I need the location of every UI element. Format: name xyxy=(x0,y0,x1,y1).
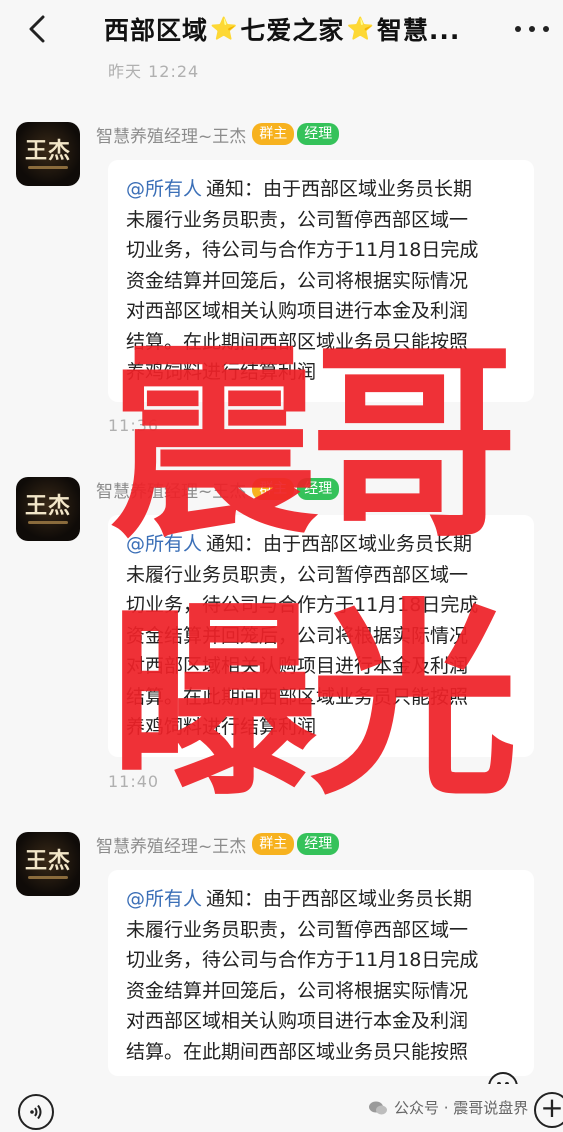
avatar[interactable]: 王杰 xyxy=(16,832,80,896)
message-line: 切业务，待公司与合作方于11月18日完成 xyxy=(126,949,479,971)
source-text: 公众号 · 震哥说盘界 xyxy=(394,1099,529,1117)
message-line: 未履行业务员职责，公司暂停西部区域一 xyxy=(126,563,469,586)
mention-all[interactable]: @所有人 xyxy=(126,533,202,555)
voice-button[interactable] xyxy=(18,1094,54,1130)
manager-badge: 经理 xyxy=(297,123,340,145)
message-bubble[interactable]: @所有人 通知：由于西部区域业务员长期 未履行业务员职责，公司暂停西部区域一 切业… xyxy=(108,870,534,1076)
chevron-left-icon xyxy=(29,15,45,43)
chat-title-part1: 西部区域 xyxy=(104,16,209,45)
plus-button[interactable]: + xyxy=(534,1092,563,1128)
avatar[interactable]: 王杰 xyxy=(16,477,80,541)
plus-icon: + xyxy=(540,1091,563,1124)
message-line: 结算。在此期间西部区域业务员只能按照 xyxy=(126,1040,469,1063)
star-icon: ⭐ xyxy=(346,16,375,42)
sender-row: 智慧养殖经理~王杰 群主 经理 xyxy=(96,476,342,502)
avatar-text: 王杰 xyxy=(24,493,71,519)
message-line: 通知：由于西部区域业务员长期 xyxy=(206,533,473,555)
message-line: 对西部区域相关认购项目进行本金及利润 xyxy=(126,300,469,322)
message-line: 资金结算并回笼后，公司将根据实际情况 xyxy=(126,979,469,1002)
message-line: 对西部区域相关认购项目进行本金及利润 xyxy=(126,1010,469,1032)
chat-title-part2: 七爱之家 xyxy=(240,16,345,45)
timestamp: 11:36 xyxy=(108,416,160,435)
message-line: 切业务，待公司与合作方于11月18日完成 xyxy=(126,239,479,261)
message-line: 养鸡饲料进行结算利润 xyxy=(126,716,317,738)
mention-all[interactable]: @所有人 xyxy=(126,178,202,200)
back-button[interactable] xyxy=(22,14,52,44)
star-icon: ⭐ xyxy=(210,16,239,42)
message-line: 通知：由于西部区域业务员长期 xyxy=(206,178,473,200)
more-dots-icon xyxy=(515,26,521,32)
sender-name[interactable]: 智慧养殖经理~王杰 xyxy=(96,477,246,502)
message-bubble[interactable]: @所有人 通知：由于西部区域业务员长期 未履行业务员职责，公司暂停西部区域一 切业… xyxy=(108,160,534,402)
message-line: 未履行业务员职责，公司暂停西部区域一 xyxy=(126,208,469,231)
sender-row: 智慧养殖经理~王杰 群主 经理 xyxy=(96,121,342,147)
message-bubble[interactable]: @所有人 通知：由于西部区域业务员长期 未履行业务员职责，公司暂停西部区域一 切业… xyxy=(108,515,534,757)
owner-badge: 群主 xyxy=(252,833,295,855)
sender-row: 智慧养殖经理~王杰 群主 经理 xyxy=(96,831,342,857)
message-line: 结算。在此期间西部区域业务员只能按照 xyxy=(126,330,469,353)
chat-title: 西部区域 ⭐ 七爱之家 ⭐ 智慧... xyxy=(104,12,484,46)
top-bar: 西部区域 ⭐ 七爱之家 ⭐ 智慧... xyxy=(0,0,563,60)
avatar-text: 王杰 xyxy=(24,138,71,164)
message-line: 结算。在此期间西部区域业务员只能按照 xyxy=(126,685,469,708)
chat-title-part3: 智慧... xyxy=(376,16,461,45)
sender-name[interactable]: 智慧养殖经理~王杰 xyxy=(96,122,246,147)
message-line: 未履行业务员职责，公司暂停西部区域一 xyxy=(126,918,469,941)
owner-badge: 群主 xyxy=(252,123,295,145)
owner-badge: 群主 xyxy=(252,478,295,500)
message-line: 切业务，待公司与合作方于11月18日完成 xyxy=(126,594,479,616)
avatar-text: 王杰 xyxy=(24,848,71,874)
manager-badge: 经理 xyxy=(297,478,340,500)
message-line: 通知：由于西部区域业务员长期 xyxy=(206,888,473,910)
message-line: 资金结算并回笼后，公司将根据实际情况 xyxy=(126,624,469,647)
wechat-icon xyxy=(369,1101,387,1114)
message-line: 养鸡饲料进行结算利润 xyxy=(126,361,317,383)
more-button[interactable] xyxy=(515,16,549,42)
message-line: 对西部区域相关认购项目进行本金及利润 xyxy=(126,655,469,677)
voice-icon xyxy=(30,1104,42,1120)
timestamp: 昨天 12:24 xyxy=(108,62,200,81)
source-watermark: 公众号 · 震哥说盘界 xyxy=(368,1097,528,1118)
manager-badge: 经理 xyxy=(297,833,340,855)
message-line: 资金结算并回笼后，公司将根据实际情况 xyxy=(126,269,469,292)
avatar[interactable]: 王杰 xyxy=(16,122,80,186)
timestamp: 11:40 xyxy=(108,772,160,791)
mention-all[interactable]: @所有人 xyxy=(126,888,202,910)
sender-name[interactable]: 智慧养殖经理~王杰 xyxy=(96,832,246,857)
